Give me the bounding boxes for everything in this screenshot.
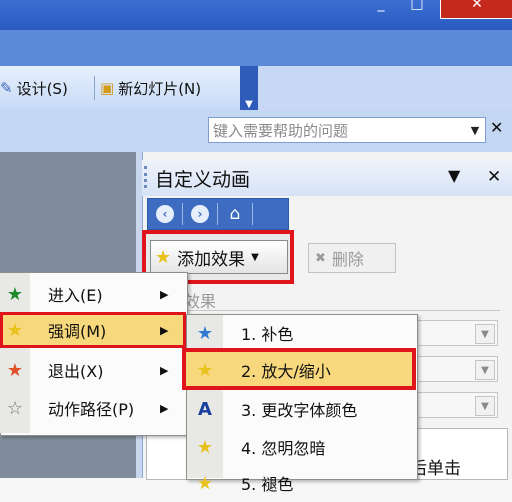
submenu-arrow-icon: ▶	[160, 287, 169, 301]
pane-menu-dropdown-icon[interactable]: ▼	[448, 166, 460, 185]
menu-item-exit[interactable]: ★ 退出(X) ▶	[0, 352, 186, 388]
forward-arrow-icon: ›	[191, 205, 209, 223]
toolbar-separator	[94, 76, 95, 100]
maximize-button[interactable]: □	[404, 0, 430, 18]
help-dropdown-arrow-icon[interactable]: ▼	[466, 118, 484, 142]
forward-button[interactable]: ›	[183, 201, 217, 227]
back-arrow-icon: ‹	[156, 205, 174, 223]
menu-item-label: 强调(M)	[48, 322, 107, 341]
start-combo[interactable]: ▼	[412, 320, 498, 346]
menu-item-label: 动作路径(P)	[48, 400, 135, 419]
submenu-item-flicker[interactable]: ★ 4. 忽明忽暗	[187, 428, 415, 466]
submenu-arrow-icon: ▶	[160, 401, 169, 415]
menu-item-enter[interactable]: ★ 进入(E) ▶	[0, 276, 186, 312]
menu-item-motion-path[interactable]: ☆ 动作路径(P) ▶	[0, 390, 186, 426]
design-icon: ✎	[0, 79, 13, 97]
help-search-input[interactable]: 键入需要帮助的问题	[208, 117, 486, 143]
menu-item-label: 进入(E)	[48, 286, 103, 305]
submenu-item-label: 2. 放大/缩小	[241, 362, 331, 381]
back-button[interactable]: ‹	[148, 201, 182, 227]
nav-separator	[252, 203, 253, 225]
submenu-item-change-font-color[interactable]: A 3. 更改字体颜色	[187, 390, 415, 428]
design-button[interactable]: ✎ 设计(S)	[0, 74, 68, 102]
grow-shrink-star-icon: ★	[196, 359, 214, 381]
combo-arrow-icon: ▼	[475, 396, 495, 416]
pane-navigation-bar: ‹ › ⌂	[147, 198, 289, 230]
menu-item-emphasis[interactable]: ★ 强调(M) ▶	[0, 312, 186, 348]
emphasis-star-icon: ★	[6, 319, 24, 341]
effect-section-label: 效果	[184, 292, 217, 311]
new-slide-label: 新幻灯片(N)	[118, 79, 202, 98]
toolbar-options-chevron-icon[interactable]: ▼	[240, 66, 258, 110]
submenu-item-fade[interactable]: ★ 5. 褪色	[187, 464, 415, 502]
add-effect-label: 添加效果	[177, 249, 246, 270]
delete-icon: ✖	[315, 250, 326, 266]
home-button[interactable]: ⌂	[218, 201, 252, 227]
task-pane-title: 自定义动画	[155, 169, 251, 191]
home-icon: ⌂	[229, 204, 241, 224]
submenu-item-label: 3. 更改字体颜色	[241, 401, 358, 420]
pane-close-icon[interactable]: ✕	[487, 167, 501, 187]
add-effect-button[interactable]: ★ 添加效果 ▼	[150, 240, 288, 274]
font-color-icon: A	[198, 398, 212, 420]
combo-arrow-icon: ▼	[475, 360, 495, 380]
minimize-button[interactable]: _	[368, 0, 394, 18]
toolbar-empty-area	[258, 66, 512, 110]
exit-star-icon: ★	[6, 359, 24, 381]
submenu-item-grow-shrink[interactable]: ★ 2. 放大/缩小	[187, 351, 415, 389]
submenu-item-complementary-color[interactable]: ★ 1. 补色	[187, 314, 415, 352]
property-combo[interactable]: ▼	[412, 356, 498, 382]
delete-effect-button[interactable]: ✖ 删除	[308, 243, 396, 273]
submenu-item-label: 1. 补色	[241, 325, 294, 344]
flicker-star-icon: ★	[196, 436, 214, 458]
section-divider	[184, 310, 500, 311]
combo-arrow-icon: ▼	[475, 324, 495, 344]
new-slide-button[interactable]: ▣ 新幻灯片(N)	[100, 74, 201, 102]
speed-combo[interactable]: ▼	[412, 392, 498, 418]
enter-star-icon: ★	[6, 283, 24, 305]
close-window-button[interactable]: ✕	[440, 0, 512, 19]
submenu-item-label: 5. 褪色	[241, 475, 294, 494]
fade-star-icon: ★	[196, 472, 214, 494]
help-close-icon[interactable]: ✕	[490, 118, 503, 137]
add-effect-star-icon: ★	[155, 246, 172, 268]
menu-item-label: 退出(X)	[48, 362, 104, 381]
complementary-color-icon: ★	[196, 322, 214, 344]
delete-label: 删除	[331, 250, 364, 269]
pane-grip-handle[interactable]	[144, 166, 150, 188]
submenu-arrow-icon: ▶	[160, 363, 169, 377]
design-label: 设计(S)	[16, 79, 68, 98]
dropdown-arrow-icon: ▼	[251, 251, 259, 263]
submenu-item-label: 4. 忽明忽暗	[241, 439, 326, 458]
new-slide-icon: ▣	[100, 79, 115, 97]
motion-path-star-icon: ☆	[6, 397, 24, 419]
title-bar	[0, 0, 512, 30]
submenu-arrow-icon: ▶	[160, 323, 169, 337]
menu-bar-area	[0, 30, 512, 66]
